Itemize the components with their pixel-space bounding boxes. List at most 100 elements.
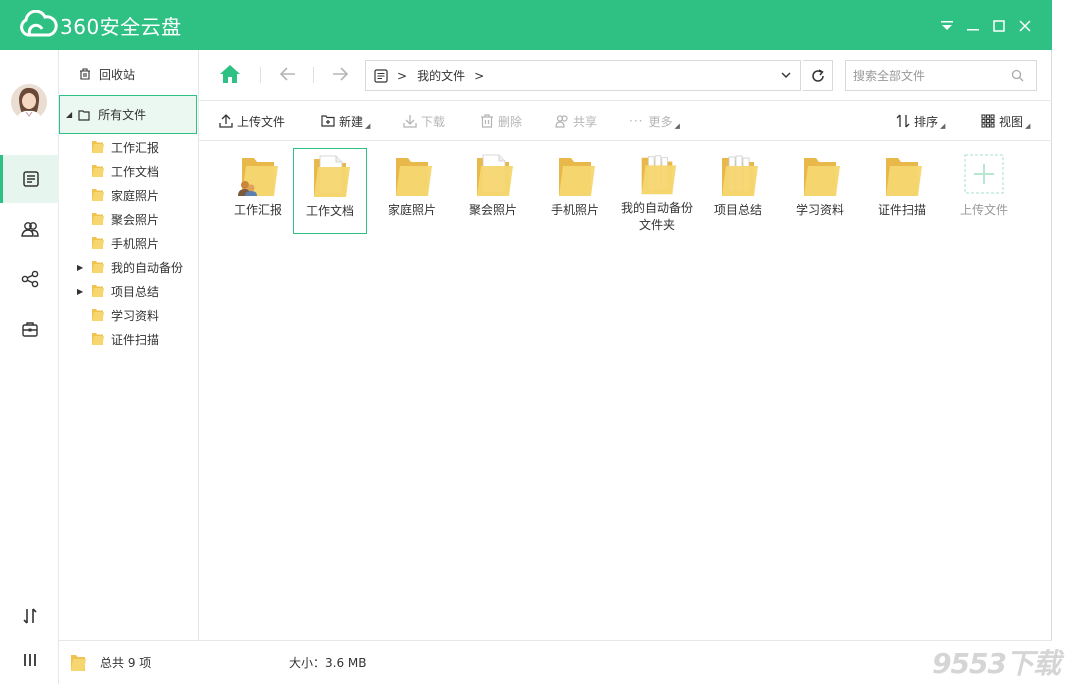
folder-icon — [92, 237, 104, 249]
expand-arrow-icon[interactable]: ▶ — [77, 263, 89, 272]
folder-icon — [396, 158, 432, 196]
app-window: 360安全云盘 回收站 ◢ 所有文件 工作汇报 工作文档 家庭照片 聚会照片 手… — [0, 0, 1052, 684]
nav-files-icon[interactable] — [0, 155, 59, 203]
back-arrow-icon[interactable] — [279, 64, 297, 87]
file-name: 学习资料 — [795, 203, 844, 217]
file-item[interactable]: 家庭照片 — [375, 148, 449, 234]
file-item[interactable]: 手机照片 — [538, 148, 612, 234]
file-name: 家庭照片 — [387, 203, 436, 217]
share-button-label: 共享 — [573, 114, 598, 129]
file-name: 项目总结 — [713, 203, 762, 217]
settings-menu-icon[interactable] — [0, 636, 59, 684]
file-name: 工作文档 — [305, 204, 354, 218]
new-button[interactable]: 新建 ◢ — [321, 111, 370, 131]
file-item[interactable]: 学习资料 — [783, 148, 857, 234]
watermark-logo: 9553下载 — [932, 647, 1061, 680]
dropdown-caret-icon: ◢ — [940, 122, 946, 130]
tree-item[interactable]: ▶ 项目总结 — [59, 280, 199, 302]
tree-item[interactable]: 工作汇报 — [59, 136, 199, 158]
tree-item-all-files[interactable]: ◢ 所有文件 — [59, 95, 197, 134]
collapse-arrow-icon[interactable]: ◢ — [66, 110, 72, 119]
home-icon[interactable] — [219, 64, 241, 87]
file-name: 我的自动备份文件夹 — [620, 201, 693, 232]
title-bar[interactable]: 360安全云盘 — [0, 0, 1052, 50]
address-bar[interactable]: > 我的文件 > — [365, 60, 801, 91]
file-item[interactable]: 工作文档 — [293, 148, 367, 234]
transfer-icon[interactable] — [0, 592, 59, 640]
tree-item-label: 我的自动备份 — [111, 260, 184, 275]
tree-item-label: 手机照片 — [111, 236, 160, 251]
search-box[interactable] — [845, 60, 1037, 91]
app-logo: 360安全云盘 — [16, 10, 182, 40]
more-button-label: 更多 — [648, 114, 673, 129]
forward-arrow-icon[interactable] — [331, 64, 349, 87]
folder-icon — [92, 309, 104, 321]
sort-icon — [896, 114, 910, 128]
tree-item[interactable]: 工作文档 — [59, 160, 199, 182]
tree-item-trash[interactable]: 回收站 — [59, 62, 199, 86]
tree-item[interactable]: 证件扫描 — [59, 328, 199, 350]
tree-item[interactable]: ▶ 我的自动备份 — [59, 256, 199, 278]
chevron-down-icon[interactable] — [780, 69, 792, 81]
more-button[interactable]: ··· 更多 ◢ — [629, 111, 680, 131]
tree-item-label: 工作汇报 — [111, 140, 160, 155]
nav-contacts-icon[interactable] — [0, 205, 59, 253]
file-item[interactable]: 我的自动备份文件夹 — [620, 148, 694, 234]
divider — [260, 67, 261, 83]
folder-icon — [92, 141, 104, 153]
maximize-icon[interactable] — [986, 14, 1012, 38]
tree-item[interactable]: 聚会照片 — [59, 208, 199, 230]
refresh-icon[interactable] — [803, 60, 833, 91]
nav-toolbox-icon[interactable] — [0, 305, 59, 353]
app-title: 360安全云盘 — [60, 14, 182, 39]
new-button-label: 新建 — [339, 114, 364, 129]
menu-dropdown-icon[interactable] — [934, 14, 960, 38]
nav-share-icon[interactable] — [0, 255, 59, 303]
close-icon[interactable] — [1012, 14, 1038, 38]
divider — [313, 67, 314, 83]
search-icon[interactable] — [1011, 69, 1024, 82]
folder-with-files-icon — [722, 155, 758, 196]
tree-item[interactable]: 学习资料 — [59, 304, 199, 326]
download-button[interactable]: 下载 — [403, 111, 445, 131]
folder-with-users-icon — [238, 158, 278, 196]
minimize-icon[interactable] — [960, 14, 986, 38]
sort-button[interactable]: 排序 ◢ — [896, 111, 945, 131]
trash-label: 回收站 — [99, 67, 136, 82]
tree-item-label: 家庭照片 — [111, 188, 160, 203]
tree-item-label: 工作文档 — [111, 164, 160, 179]
folder-icon — [804, 158, 840, 196]
status-total-size: 大小：3.6 MB — [289, 656, 367, 670]
view-button[interactable]: 视图 ◢ — [981, 111, 1030, 131]
upload-tile-label: 上传文件 — [959, 203, 1008, 217]
file-item[interactable]: 证件扫描 — [865, 148, 939, 234]
upload-icon — [219, 114, 233, 128]
new-folder-icon — [321, 115, 335, 127]
file-item[interactable]: 项目总结 — [701, 148, 775, 234]
breadcrumb-my-files[interactable]: 我的文件 — [417, 67, 465, 84]
upload-tile[interactable]: 上传文件 — [947, 148, 1021, 234]
trash-icon — [481, 114, 493, 128]
delete-button[interactable]: 删除 — [480, 111, 522, 131]
file-name: 证件扫描 — [877, 203, 926, 217]
status-bar: 总共 9 项 大小：3.6 MB — [59, 640, 1052, 684]
folder-icon — [559, 158, 595, 196]
expand-arrow-icon[interactable]: ▶ — [77, 287, 89, 296]
upload-button[interactable]: 上传文件 — [219, 111, 285, 131]
file-name: 工作汇报 — [233, 203, 282, 217]
file-item[interactable]: 工作汇报 — [221, 148, 295, 234]
folder-icon — [92, 189, 104, 201]
cloud-logo-icon — [20, 10, 58, 37]
file-name: 聚会照片 — [468, 203, 517, 217]
breadcrumb-separator-icon: > — [474, 68, 485, 83]
search-input[interactable] — [846, 61, 1006, 90]
tree-item[interactable]: 家庭照片 — [59, 184, 199, 206]
tree-item-label: 证件扫描 — [111, 332, 160, 347]
tree-item[interactable]: 手机照片 — [59, 232, 199, 254]
avatar[interactable] — [11, 84, 47, 120]
folder-icon — [886, 158, 922, 196]
folder-with-document-icon — [477, 154, 513, 196]
file-item[interactable]: 聚会照片 — [456, 148, 530, 234]
tree-item-label: 学习资料 — [111, 308, 160, 323]
share-button[interactable]: 共享 — [555, 111, 597, 131]
